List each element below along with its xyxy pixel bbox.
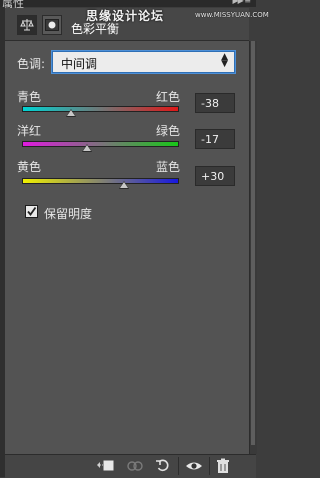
visibility-eye-icon[interactable] — [185, 458, 203, 474]
checkmark-icon — [27, 206, 37, 216]
toolbar-divider — [209, 457, 210, 475]
slider-magenta-label: 洋红 — [17, 124, 42, 138]
scrollbar-thumb[interactable] — [251, 41, 255, 445]
cyan-red-track[interactable] — [22, 106, 179, 112]
panel-menu-icon[interactable]: ▶▶ ≡ — [232, 0, 251, 5]
tone-select-value: 中间调 — [61, 57, 98, 71]
tone-select[interactable]: 中间调 ▲ ▼ — [52, 51, 235, 73]
slider-green-label: 绿色 — [156, 124, 181, 138]
magenta-green-track[interactable] — [22, 141, 179, 147]
toolbar-divider — [178, 457, 179, 475]
slider-cyan-label: 青色 — [17, 90, 42, 104]
preserve-luminosity-checkbox[interactable] — [25, 205, 38, 218]
yellow-blue-track[interactable] — [22, 178, 179, 184]
trash-icon[interactable] — [216, 458, 230, 474]
watermark-url: www.MISSYUAN.COM — [195, 11, 269, 19]
bottom-toolbar — [5, 454, 256, 478]
preserve-luminosity-label: 保留明度 — [44, 207, 93, 221]
panel-tab-strip: 属性 ▶▶ ≡ — [0, 0, 256, 10]
panel-scrollbar[interactable] — [249, 41, 257, 454]
view-previous-state-icon[interactable] — [125, 458, 145, 474]
select-arrows-icon: ▲ ▼ — [221, 52, 228, 69]
slider-red-label: 红色 — [156, 90, 181, 104]
tone-label: 色调: — [17, 57, 46, 71]
reset-icon[interactable] — [155, 458, 171, 474]
cyan-red-value-field[interactable]: -38 — [195, 93, 235, 113]
magenta-green-value-field[interactable]: -17 — [195, 129, 235, 149]
yellow-blue-value-field[interactable]: +30 — [195, 166, 235, 186]
mask-icon[interactable] — [42, 15, 62, 35]
cyan-red-slider-thumb[interactable] — [65, 109, 76, 117]
slider-blue-label: 蓝色 — [156, 160, 181, 174]
magenta-green-slider-thumb[interactable] — [82, 144, 93, 152]
slider-yellow-label: 黄色 — [17, 160, 42, 174]
watermark-text: 思缘设计论坛 — [86, 9, 165, 23]
balance-scale-icon[interactable] — [17, 15, 37, 35]
yellow-blue-slider-thumb[interactable] — [119, 181, 130, 189]
clip-to-layer-icon[interactable] — [96, 458, 114, 474]
